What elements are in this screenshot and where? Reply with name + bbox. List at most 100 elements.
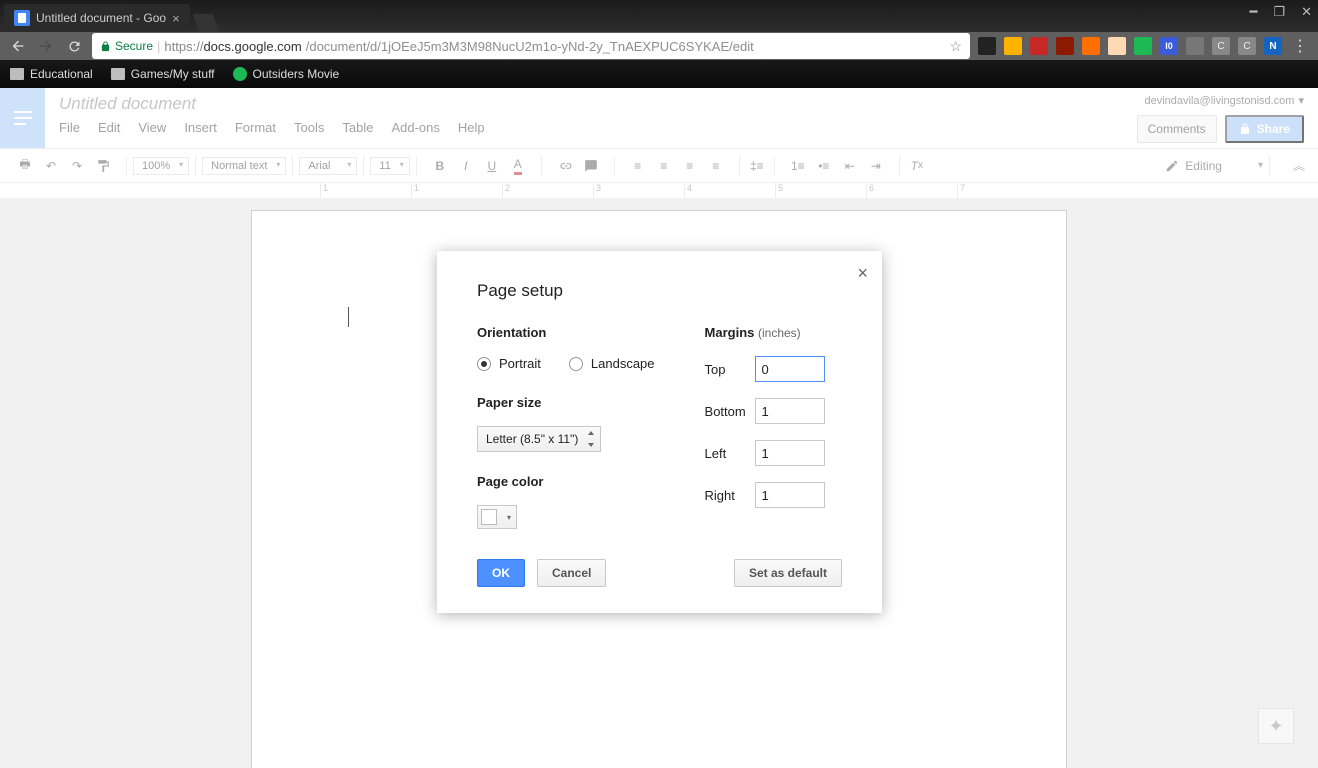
comment-icon — [584, 159, 598, 173]
url-host: docs.google.com — [203, 39, 301, 54]
margin-top-input[interactable] — [755, 356, 825, 382]
lock-icon — [1239, 123, 1251, 135]
align-justify-button[interactable]: ≡ — [705, 155, 727, 177]
page-color-dropdown[interactable] — [477, 505, 517, 529]
margin-bottom-label: Bottom — [705, 404, 755, 419]
mode-dropdown[interactable]: Editing ▾ — [1165, 159, 1263, 173]
address-bar[interactable]: Secure | https://docs.google.com/documen… — [92, 33, 970, 59]
arrow-left-icon — [10, 38, 26, 54]
bookmark-label: Educational — [30, 67, 93, 81]
page-setup-dialog: × Page setup Orientation Portrait Landsc… — [437, 251, 882, 613]
increase-indent-button[interactable]: ⇥ — [865, 155, 887, 177]
align-center-button[interactable]: ≡ — [653, 155, 675, 177]
margin-right-input[interactable] — [755, 482, 825, 508]
share-button[interactable]: Share — [1225, 115, 1304, 143]
paint-format-button[interactable] — [92, 155, 114, 177]
window-controls: ━ ❐ ✕ — [1250, 4, 1312, 20]
set-as-default-button[interactable]: Set as default — [734, 559, 842, 587]
bookmark-outsiders[interactable]: Outsiders Movie — [233, 67, 340, 81]
menu-help[interactable]: Help — [458, 120, 485, 135]
docs-home-button[interactable] — [0, 88, 45, 148]
comment-tb-button[interactable] — [580, 155, 602, 177]
menu-tools[interactable]: Tools — [294, 120, 324, 135]
url-scheme: https:// — [164, 39, 203, 54]
menu-file[interactable]: File — [59, 120, 80, 135]
numbered-list-button[interactable]: 1≡ — [787, 155, 809, 177]
italic-button[interactable]: I — [455, 155, 477, 177]
menu-insert[interactable]: Insert — [184, 120, 217, 135]
ok-button[interactable]: OK — [477, 559, 525, 587]
address-row: Secure | https://docs.google.com/documen… — [0, 32, 1318, 60]
dialog-close-button[interactable]: × — [857, 263, 868, 284]
line-spacing-button[interactable]: ‡≡ — [746, 155, 768, 177]
clear-formatting-button[interactable]: Tx — [906, 155, 928, 177]
redo-button[interactable]: ↷ — [66, 155, 88, 177]
browser-tab[interactable]: Untitled document - Goo × — [4, 4, 190, 32]
window-close-icon[interactable]: ✕ — [1301, 4, 1312, 20]
url-path: /document/d/1jOEeJ5m3M3M98NucU2m1o-yNd-2… — [306, 39, 754, 54]
cancel-button[interactable]: Cancel — [537, 559, 606, 587]
menu-format[interactable]: Format — [235, 120, 276, 135]
decrease-indent-button[interactable]: ⇤ — [839, 155, 861, 177]
bookmark-label: Games/My stuff — [131, 67, 215, 81]
tab-close-icon[interactable]: × — [172, 11, 180, 26]
back-button[interactable] — [8, 36, 28, 56]
align-left-button[interactable]: ≡ — [627, 155, 649, 177]
secure-label: Secure — [115, 39, 153, 53]
bulleted-list-button[interactable]: •≡ — [813, 155, 835, 177]
reload-button[interactable] — [64, 36, 84, 56]
extension-icon[interactable] — [1056, 37, 1074, 55]
extension-icon[interactable] — [1186, 37, 1204, 55]
link-button[interactable] — [554, 155, 576, 177]
extension-icon[interactable] — [978, 37, 996, 55]
window-minimize-icon[interactable]: ━ — [1250, 4, 1258, 20]
window-maximize-icon[interactable]: ❐ — [1273, 4, 1285, 20]
collapse-toolbar-button[interactable]: ︽ — [1288, 155, 1310, 177]
color-swatch-white — [481, 509, 497, 525]
print-button[interactable]: 🖶 — [14, 155, 36, 177]
menu-bar: File Edit View Insert Format Tools Table… — [59, 114, 1123, 135]
zoom-dropdown[interactable]: 100% — [133, 157, 189, 175]
style-dropdown[interactable]: Normal text — [202, 157, 286, 175]
extension-icon[interactable] — [1134, 37, 1152, 55]
user-email[interactable]: devindavila@livingstonisd.com▾ — [1145, 94, 1305, 107]
browser-menu-button[interactable]: ⋮ — [1290, 36, 1310, 56]
text-color-button[interactable]: A — [507, 155, 529, 177]
document-title-input[interactable] — [59, 94, 1123, 114]
ruler-tick-label: 4 — [687, 183, 692, 193]
orientation-portrait-radio[interactable]: Portrait — [477, 356, 541, 371]
explore-button[interactable]: ✦ — [1258, 708, 1294, 744]
forward-button[interactable] — [36, 36, 56, 56]
margin-bottom-input[interactable] — [755, 398, 825, 424]
bookmark-educational[interactable]: Educational — [10, 67, 93, 81]
font-dropdown[interactable]: Arial — [299, 157, 357, 175]
extension-icon[interactable] — [1108, 37, 1126, 55]
pencil-icon — [1165, 159, 1179, 173]
font-size-dropdown[interactable]: 11 — [370, 157, 409, 175]
extension-icon[interactable] — [1082, 37, 1100, 55]
extension-icon[interactable] — [1004, 37, 1022, 55]
menu-view[interactable]: View — [138, 120, 166, 135]
bold-button[interactable]: B — [429, 155, 451, 177]
bookmark-games[interactable]: Games/My stuff — [111, 67, 215, 81]
menu-addons[interactable]: Add-ons — [391, 120, 439, 135]
bookmark-star-icon[interactable]: ☆ — [949, 38, 962, 55]
underline-button[interactable]: U — [481, 155, 503, 177]
align-right-button[interactable]: ≡ — [679, 155, 701, 177]
reload-icon — [67, 39, 82, 54]
extension-icon[interactable] — [1030, 37, 1048, 55]
menu-table[interactable]: Table — [342, 120, 373, 135]
ruler-tick-label: 2 — [505, 183, 510, 193]
new-tab-button[interactable] — [192, 14, 219, 32]
menu-edit[interactable]: Edit — [98, 120, 120, 135]
comments-button[interactable]: Comments — [1137, 115, 1217, 143]
paper-size-dropdown[interactable]: Letter (8.5" x 11") — [477, 426, 601, 452]
ruler[interactable]: 1 1 2 3 4 5 6 7 — [0, 183, 1318, 198]
orientation-landscape-radio[interactable]: Landscape — [569, 356, 655, 371]
radio-label: Landscape — [591, 356, 655, 371]
secure-indicator: Secure — [100, 39, 153, 53]
ruler-tick-label: 1 — [323, 183, 328, 193]
margin-left-input[interactable] — [755, 440, 825, 466]
undo-button[interactable]: ↶ — [40, 155, 62, 177]
margins-label: Margins (inches) — [705, 325, 842, 340]
